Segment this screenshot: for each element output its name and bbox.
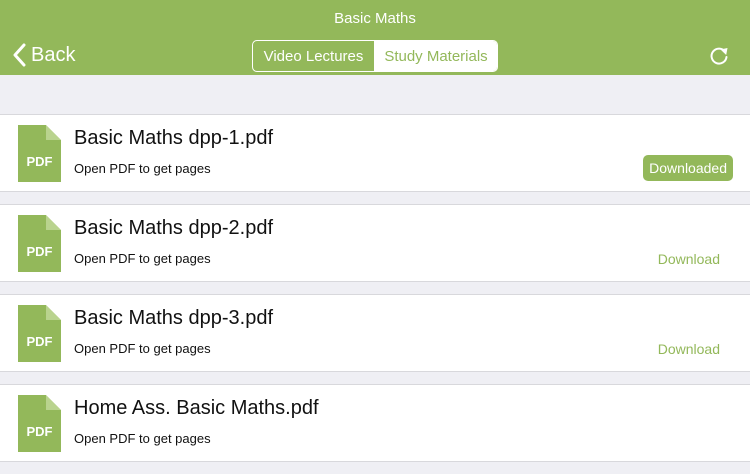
pdf-icon-label: PDF bbox=[27, 424, 53, 439]
chevron-left-icon bbox=[13, 43, 26, 67]
pdf-file-icon: PDF bbox=[18, 305, 61, 362]
list-item[interactable]: PDF Basic Maths dpp-3.pdf Open PDF to ge… bbox=[0, 294, 750, 372]
back-label: Back bbox=[31, 43, 76, 66]
back-button[interactable]: Back bbox=[12, 40, 75, 70]
study-materials-list: PDF Basic Maths dpp-1.pdf Open PDF to ge… bbox=[0, 114, 750, 474]
file-subtitle: Open PDF to get pages bbox=[74, 161, 211, 176]
file-subtitle: Open PDF to get pages bbox=[74, 431, 211, 446]
download-button[interactable]: Download bbox=[658, 251, 720, 267]
downloaded-badge[interactable]: Downloaded bbox=[643, 155, 733, 181]
tab-study-materials[interactable]: Study Materials bbox=[375, 41, 497, 71]
list-item[interactable]: PDF Basic Maths dpp-1.pdf Open PDF to ge… bbox=[0, 114, 750, 192]
pdf-file-icon: PDF bbox=[18, 125, 61, 182]
refresh-button[interactable] bbox=[708, 45, 730, 67]
pdf-icon-label: PDF bbox=[27, 334, 53, 349]
download-button[interactable]: Download bbox=[658, 341, 720, 357]
file-name: Basic Maths dpp-3.pdf bbox=[74, 307, 273, 329]
refresh-icon bbox=[710, 47, 728, 65]
list-item[interactable]: PDF Basic Maths dpp-2.pdf Open PDF to ge… bbox=[0, 204, 750, 282]
list-item[interactable]: PDF Home Ass. Basic Maths.pdf Open PDF t… bbox=[0, 384, 750, 462]
pdf-file-icon: PDF bbox=[18, 215, 61, 272]
file-subtitle: Open PDF to get pages bbox=[74, 251, 211, 266]
pdf-icon-label: PDF bbox=[27, 154, 53, 169]
pdf-file-icon: PDF bbox=[18, 395, 61, 452]
file-name: Basic Maths dpp-1.pdf bbox=[74, 127, 273, 149]
file-subtitle: Open PDF to get pages bbox=[74, 341, 211, 356]
file-name: Home Ass. Basic Maths.pdf bbox=[74, 397, 319, 419]
tab-video-lectures[interactable]: Video Lectures bbox=[253, 41, 375, 71]
page-title: Basic Maths bbox=[334, 10, 416, 27]
file-name: Basic Maths dpp-2.pdf bbox=[74, 217, 273, 239]
navigation-bar: Basic Maths Back Video Lectures Study Ma… bbox=[0, 0, 750, 75]
pdf-icon-label: PDF bbox=[27, 244, 53, 259]
materials-tab-control: Video Lectures Study Materials bbox=[252, 40, 498, 72]
